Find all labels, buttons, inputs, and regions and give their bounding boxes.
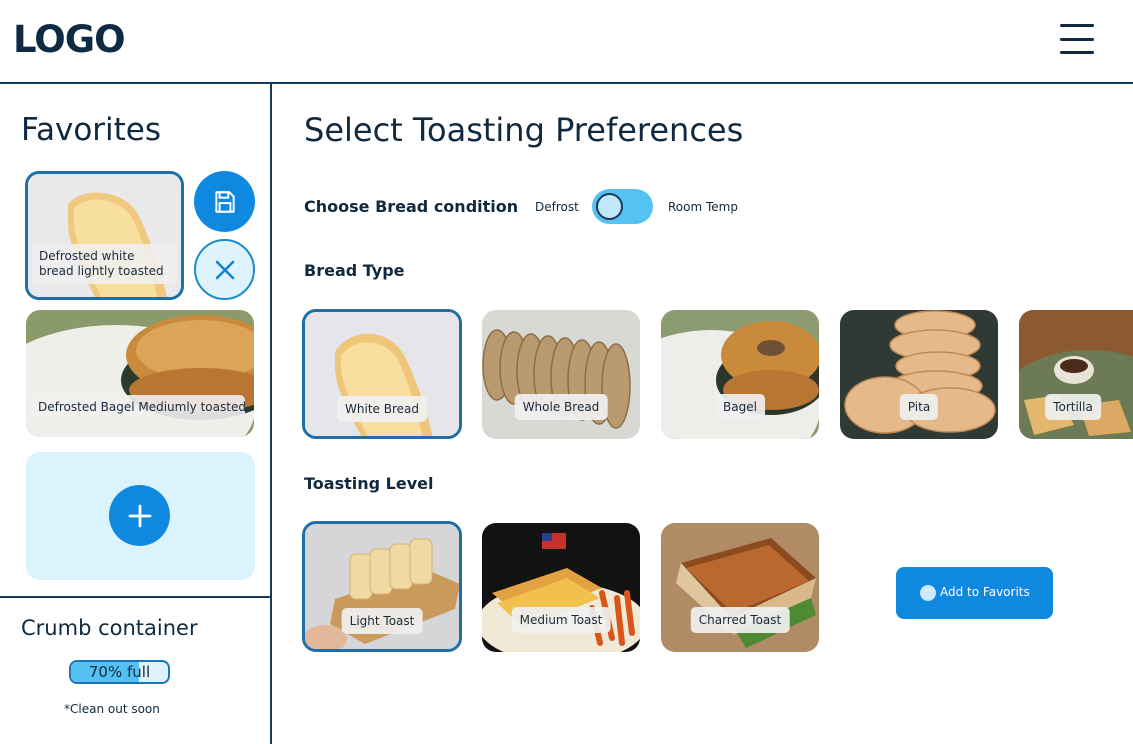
bread-type-label: Bread Type (304, 261, 405, 280)
save-favorite-button[interactable] (194, 171, 255, 232)
save-icon (214, 190, 235, 213)
remove-favorite-button[interactable] (194, 239, 255, 300)
bread-condition-toggle[interactable] (592, 189, 653, 224)
bread-option-bagel[interactable]: Bagel (661, 310, 819, 439)
room-temp-option-label: Room Temp (668, 200, 738, 214)
bread-option-label: White Bread (337, 396, 427, 422)
sidebar-divider (0, 596, 270, 598)
favorites-title: Favorites (21, 112, 162, 148)
toast-option-medium[interactable]: Medium Toast (482, 523, 640, 652)
toasting-level-label: Toasting Level (304, 474, 434, 493)
toggle-knob (596, 193, 623, 220)
bread-option-pita[interactable]: Pita (840, 310, 998, 439)
favorites-sidebar: Favorites Defrosted white bread lightly … (0, 84, 272, 744)
add-favorite-button[interactable] (109, 485, 170, 546)
bread-option-label: Whole Bread (514, 394, 608, 420)
add-favorite-card[interactable] (26, 452, 255, 580)
favorite-label: Defrosted Bagel Mediumly toasted (31, 395, 246, 420)
page-title: Select Toasting Preferences (304, 111, 744, 149)
app-header: LOGO (0, 0, 1133, 84)
toast-option-light[interactable]: Light Toast (302, 521, 462, 652)
toast-option-label: Medium Toast (511, 607, 611, 633)
logo[interactable]: LOGO (13, 18, 126, 61)
plus-icon (128, 504, 151, 527)
hamburger-menu-icon[interactable] (1060, 24, 1094, 54)
crumb-container-title: Crumb container (21, 616, 198, 640)
bread-option-label: Tortilla (1045, 394, 1101, 420)
crumb-level-text: 70% full (88, 663, 151, 681)
bread-option-label: Pita (899, 394, 939, 420)
favorite-label: Defrosted white bread lightly toasted (32, 244, 177, 284)
crumb-note: *Clean out soon (64, 702, 160, 716)
toast-option-label: Light Toast (341, 608, 423, 634)
close-icon (215, 260, 234, 279)
bread-option-label: Bagel (715, 394, 765, 420)
button-dot-icon (920, 585, 936, 601)
bread-option-whole[interactable]: Whole Bread (482, 310, 640, 439)
favorite-card[interactable]: Defrosted white bread lightly toasted (25, 171, 184, 300)
favorite-card[interactable]: Defrosted Bagel Mediumly toasted (26, 310, 254, 437)
bread-option-tortilla[interactable]: Tortilla (1019, 310, 1133, 439)
bread-option-white[interactable]: White Bread (302, 309, 462, 439)
bread-condition-label: Choose Bread condition (304, 197, 519, 216)
add-to-favorites-label: Add to Favorits (940, 585, 1030, 599)
toast-option-label: Charred Toast (690, 607, 790, 633)
toast-option-charred[interactable]: Charred Toast (661, 523, 819, 652)
crumb-level-badge: 70% full (69, 660, 170, 684)
defrost-option-label: Defrost (535, 200, 579, 214)
add-to-favorites-button[interactable]: Add to Favorits (896, 567, 1053, 619)
